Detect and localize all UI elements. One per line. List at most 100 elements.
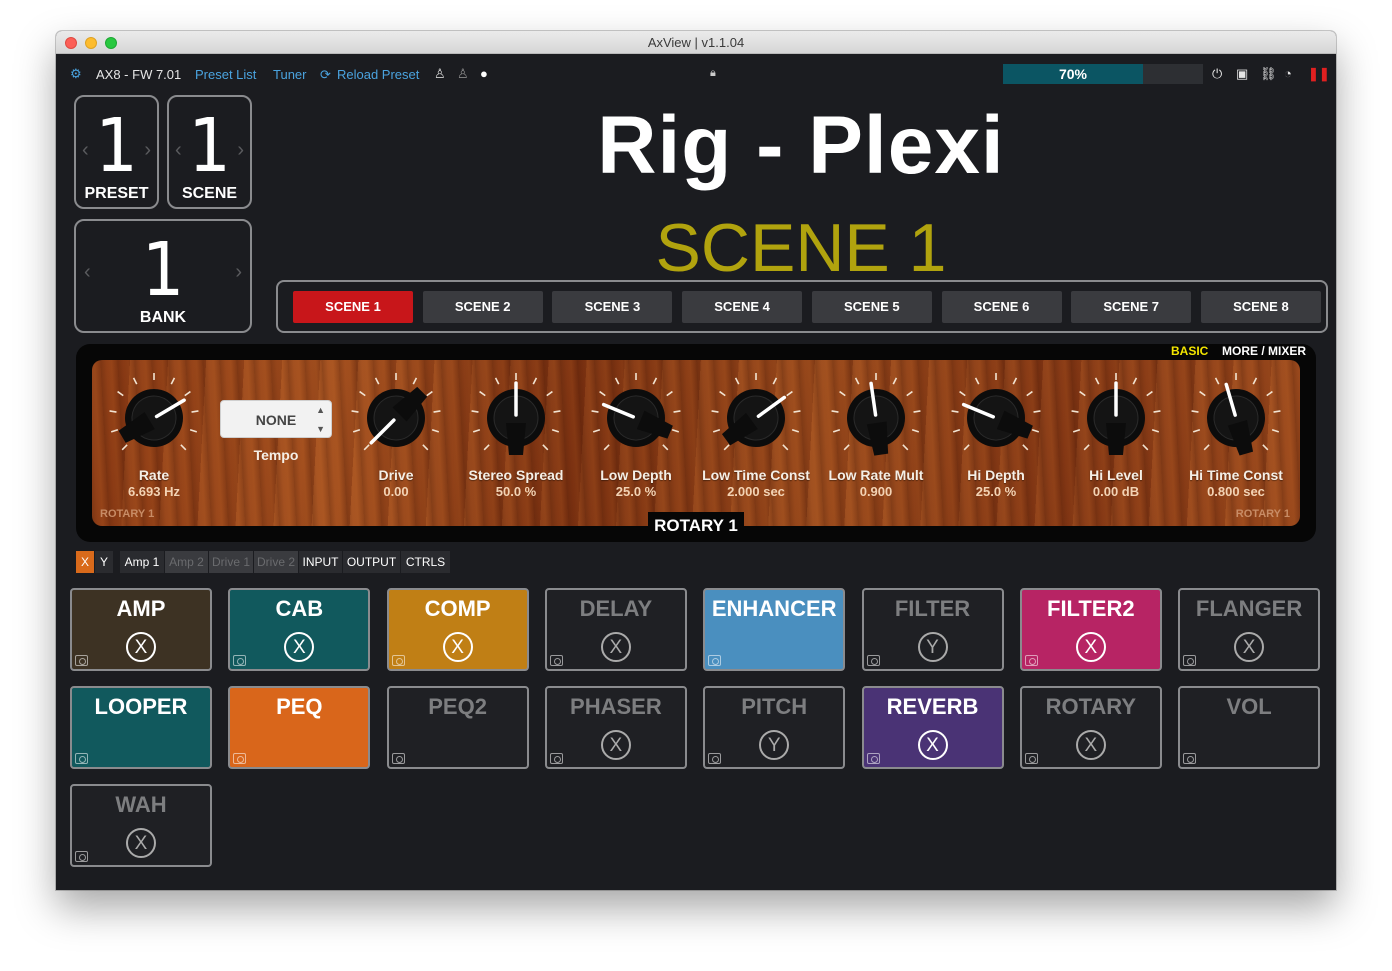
- xy-state-badge[interactable]: X: [1234, 632, 1265, 662]
- knob-hi-depth[interactable]: [941, 363, 1051, 473]
- xy-state-badge[interactable]: Y: [759, 730, 790, 760]
- camera-icon[interactable]: [866, 655, 880, 666]
- preset-list-link[interactable]: Preset List: [195, 67, 256, 82]
- tab-ctrls[interactable]: CTRLS: [401, 551, 450, 573]
- power-icon[interactable]: ⏻: [1212, 66, 1222, 82]
- camera-icon[interactable]: [391, 655, 405, 666]
- knob-stereo-spread[interactable]: [461, 363, 571, 473]
- metronome-icon[interactable]: ♙: [434, 66, 446, 82]
- scene-button-7[interactable]: SCENE 7: [1071, 291, 1192, 323]
- tuner-link[interactable]: Tuner: [273, 67, 306, 82]
- block-name: DELAY: [579, 596, 653, 621]
- knob-rate[interactable]: [99, 363, 209, 473]
- tab-amp-1[interactable]: Amp 1: [120, 551, 164, 573]
- block-filter2[interactable]: FILTER2 X: [1019, 588, 1162, 671]
- camera-icon[interactable]: [708, 753, 722, 764]
- block-pitch[interactable]: PITCH Y: [703, 686, 846, 769]
- block-amp[interactable]: AMP X: [70, 588, 212, 671]
- camera-icon[interactable]: [866, 753, 880, 764]
- block-looper[interactable]: LOOPER: [70, 686, 212, 769]
- block-peq[interactable]: PEQ: [228, 686, 371, 769]
- xy-state-badge[interactable]: X: [600, 632, 631, 662]
- xy-state-badge[interactable]: X: [600, 730, 631, 760]
- camera-icon[interactable]: [1183, 655, 1197, 666]
- knob-label: Stereo Spread: [468, 467, 564, 483]
- scene-button-5[interactable]: SCENE 5: [811, 291, 932, 323]
- panel-corner-left: ROTARY 1: [100, 508, 155, 520]
- scene-button-1[interactable]: SCENE 1: [293, 291, 413, 323]
- bank-next-icon[interactable]: ›: [235, 261, 242, 284]
- xy-state-badge[interactable]: X: [284, 632, 315, 662]
- tab-drive-2[interactable]: Drive 2: [254, 551, 298, 573]
- gears-icon[interactable]: ⚙: [70, 66, 82, 82]
- knob-drive[interactable]: [341, 363, 451, 473]
- xy-state-badge[interactable]: X: [126, 632, 156, 662]
- tab-output[interactable]: OUTPUT: [343, 551, 400, 573]
- block-peq2[interactable]: PEQ2: [386, 686, 529, 769]
- pause-icon[interactable]: ❚❚: [1308, 66, 1330, 82]
- gauge-icon[interactable]: ◔: [1284, 66, 1292, 81]
- xy-state-badge[interactable]: X: [442, 632, 473, 662]
- camera-icon[interactable]: [549, 655, 563, 666]
- knob-low-time-const[interactable]: [701, 363, 811, 473]
- scene-button-8[interactable]: SCENE 8: [1200, 291, 1321, 323]
- block-name: ROTARY: [1045, 694, 1137, 719]
- knob-low-rate-mult[interactable]: [821, 363, 931, 473]
- lock-icon[interactable]: 🔒︎: [710, 67, 716, 80]
- knob-hi-level[interactable]: [1061, 363, 1171, 473]
- camera-icon[interactable]: [391, 753, 405, 764]
- scene-button-6[interactable]: SCENE 6: [941, 291, 1062, 323]
- block-flanger[interactable]: FLANGER X: [1178, 588, 1321, 671]
- tab-amp-2[interactable]: Amp 2: [165, 551, 208, 573]
- block-wah[interactable]: WAH X: [70, 784, 212, 867]
- block-delay[interactable]: DELAY X: [544, 588, 687, 671]
- title-bar: AxView | v1.1.04: [56, 31, 1336, 54]
- reload-icon[interactable]: ⟳: [320, 67, 331, 83]
- block-rotary[interactable]: ROTARY X: [1019, 686, 1162, 769]
- x-toggle[interactable]: X: [76, 551, 94, 573]
- xy-state-badge[interactable]: X: [917, 730, 948, 760]
- knob-hi-time-const[interactable]: [1181, 363, 1291, 473]
- block-name: FILTER2: [1047, 596, 1135, 621]
- y-toggle[interactable]: Y: [95, 551, 113, 573]
- camera-icon[interactable]: [1024, 655, 1038, 666]
- tempo-select[interactable]: NONE ▲ ▼: [220, 400, 332, 438]
- camera-icon[interactable]: [75, 655, 88, 666]
- xy-state-badge[interactable]: X: [126, 828, 156, 858]
- camera-icon[interactable]: [708, 655, 722, 666]
- block-reverb[interactable]: REVERB X: [861, 686, 1004, 769]
- scene-button-4[interactable]: SCENE 4: [682, 291, 803, 323]
- midi-icon[interactable]: ●: [480, 66, 488, 81]
- reload-preset-link[interactable]: Reload Preset: [337, 67, 419, 82]
- block-filter[interactable]: FILTER Y: [861, 588, 1004, 671]
- block-phaser[interactable]: PHASER X: [544, 686, 687, 769]
- xy-state-badge[interactable]: X: [1075, 730, 1106, 760]
- more-mixer-tab[interactable]: MORE / MIXER: [1222, 344, 1306, 358]
- scene-button-2[interactable]: SCENE 2: [422, 291, 543, 323]
- tab-input[interactable]: INPUT: [299, 551, 342, 573]
- block-vol[interactable]: VOL: [1178, 686, 1321, 769]
- camera-icon[interactable]: [75, 851, 88, 862]
- camera-icon[interactable]: [549, 753, 563, 764]
- block-name: PHASER: [570, 694, 662, 719]
- camera-icon[interactable]: [1183, 753, 1197, 764]
- metronome-off-icon[interactable]: ♙: [457, 66, 469, 82]
- xy-state-badge[interactable]: Y: [917, 632, 948, 662]
- basic-mode-tab[interactable]: BASIC: [1171, 344, 1208, 358]
- camera-icon[interactable]: [1024, 753, 1038, 764]
- preset-next-icon[interactable]: ›: [144, 139, 151, 162]
- camera-icon[interactable]: [233, 753, 247, 764]
- network-icon[interactable]: ⛓: [1260, 66, 1277, 82]
- block-comp[interactable]: COMP X: [386, 588, 529, 671]
- block-enhancer[interactable]: ENHANCER: [703, 588, 846, 671]
- camera-icon[interactable]: [75, 753, 88, 764]
- knob-low-depth[interactable]: [581, 363, 691, 473]
- camera-icon[interactable]: [233, 655, 247, 666]
- knob-value: 2.000 sec: [727, 484, 785, 499]
- scene-next-icon[interactable]: ›: [237, 139, 244, 162]
- xy-state-badge[interactable]: X: [1075, 632, 1106, 662]
- scene-button-3[interactable]: SCENE 3: [552, 291, 673, 323]
- tab-drive-1[interactable]: Drive 1: [209, 551, 253, 573]
- block-cab[interactable]: CAB X: [228, 588, 371, 671]
- amp-icon[interactable]: ▣: [1236, 66, 1248, 82]
